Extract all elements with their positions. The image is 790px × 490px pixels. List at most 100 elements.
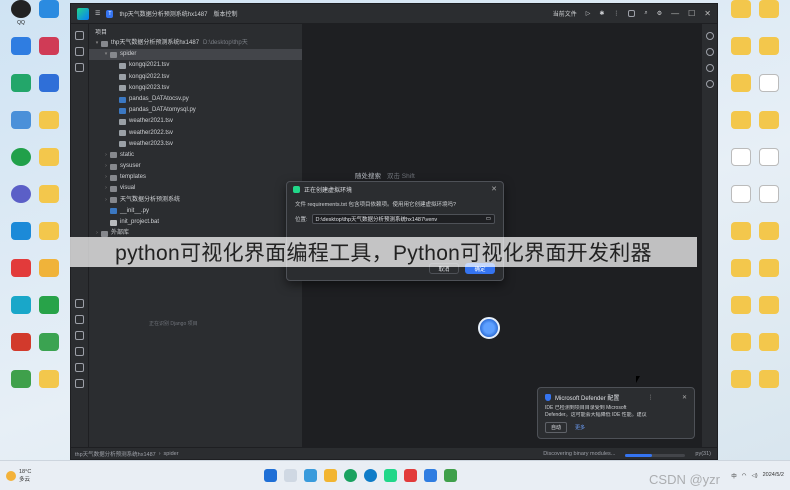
tree-item-tsv[interactable]: weather2021.tsv: [89, 116, 302, 127]
expand-arrow-icon[interactable]: ›: [102, 183, 110, 194]
app-icon[interactable]: [404, 469, 417, 482]
app-icon[interactable]: [444, 469, 457, 482]
tree-item-folder[interactable]: ▾ spider: [89, 49, 302, 61]
notifications-icon[interactable]: [705, 32, 714, 40]
desktop-icon[interactable]: [748, 222, 790, 259]
plugins-tool-icon[interactable]: [75, 63, 84, 72]
desktop-icon[interactable]: [28, 370, 70, 407]
dialog-close-icon[interactable]: ✕: [491, 185, 497, 193]
maximize-icon[interactable]: ☐: [688, 9, 695, 18]
tree-item-folder[interactable]: › sysuser: [89, 161, 302, 172]
desktop-icon[interactable]: [28, 0, 70, 37]
breadcrumb-folder[interactable]: spider: [164, 451, 179, 457]
desktop-icon[interactable]: [28, 74, 70, 111]
auto-button[interactable]: 自动: [545, 422, 568, 433]
run-icon[interactable]: ▷: [586, 10, 591, 17]
tree-item-folder[interactable]: › templates: [89, 172, 302, 183]
run-config-selector[interactable]: 当前文件: [553, 9, 577, 18]
project-switcher[interactable]: thp天气数据分析预测系统hx1487: [119, 9, 207, 18]
expand-arrow-icon[interactable]: ›: [102, 161, 110, 172]
breadcrumb-project[interactable]: thp天气数据分析预测系统hx1487: [75, 450, 156, 458]
problems-icon[interactable]: [75, 363, 84, 372]
search-icon[interactable]: [284, 469, 297, 482]
terminal-icon[interactable]: [75, 347, 84, 356]
notification-more-icon[interactable]: ⋮: [648, 394, 654, 401]
project-tool-icon[interactable]: [75, 31, 84, 40]
desktop-icon[interactable]: [748, 370, 790, 407]
desktop-icon[interactable]: [28, 222, 70, 259]
expand-arrow-icon[interactable]: ▾: [93, 38, 101, 49]
desktop-icon[interactable]: [28, 37, 70, 74]
weather-widget[interactable]: 18°C 多云: [0, 469, 31, 483]
more-link[interactable]: 更多: [575, 424, 585, 431]
main-menu-icon[interactable]: ☰: [95, 10, 100, 17]
edge-icon[interactable]: [364, 469, 377, 482]
python-packages-icon[interactable]: [75, 299, 84, 308]
expand-arrow-icon[interactable]: ›: [102, 150, 110, 161]
minimize-icon[interactable]: —: [671, 9, 679, 18]
file-explorer-icon[interactable]: [324, 469, 337, 482]
assistant-icon[interactable]: [705, 80, 714, 88]
tree-item-folder[interactable]: › 天气数据分析预测系统: [89, 195, 302, 206]
layers-icon[interactable]: [75, 315, 84, 324]
browse-folder-icon[interactable]: ▭: [486, 216, 491, 222]
tree-item-txt[interactable]: init_project.bat: [89, 217, 302, 228]
desktop-icon[interactable]: [748, 0, 790, 37]
run-tool-icon[interactable]: [75, 331, 84, 340]
clock[interactable]: 2024/5/2: [763, 472, 784, 479]
notification-close-icon[interactable]: ✕: [682, 394, 687, 401]
tree-item-py[interactable]: __init__.py: [89, 206, 302, 217]
desktop-icon[interactable]: [748, 148, 790, 185]
task-view-icon[interactable]: [304, 469, 317, 482]
tree-item-tsv[interactable]: kongqi2022.tsv: [89, 72, 302, 83]
volume-icon[interactable]: ◁): [752, 473, 758, 479]
desktop-icon[interactable]: [28, 259, 70, 296]
location-field[interactable]: D:\desktop\thp天气数据分析预测系统hx1487\venv ▭: [311, 214, 495, 224]
tree-item-folder[interactable]: ▾ thp天气数据分析预测系统hx1487 D:\desktop\thp天: [89, 38, 302, 49]
collab-icon[interactable]: [628, 10, 636, 17]
tree-item-tsv[interactable]: weather2022.tsv: [89, 128, 302, 139]
desktop-icon[interactable]: [28, 333, 70, 370]
chrome-icon[interactable]: [344, 469, 357, 482]
app-icon[interactable]: [424, 469, 437, 482]
tree-item-label: sysuser: [120, 163, 141, 170]
python-file-icon: [110, 208, 117, 215]
tree-item-folder[interactable]: › visual: [89, 183, 302, 194]
close-icon[interactable]: ✕: [704, 9, 711, 18]
structure-tool-icon[interactable]: [75, 47, 84, 56]
sciview-icon[interactable]: [705, 64, 714, 72]
tree-item-tsv[interactable]: kongqi2023.tsv: [89, 83, 302, 94]
wifi-icon[interactable]: ◠: [742, 473, 747, 479]
desktop-icon[interactable]: [748, 296, 790, 333]
desktop-icon[interactable]: [748, 37, 790, 74]
desktop-icon[interactable]: [748, 333, 790, 370]
vcs-menu[interactable]: 版本控制: [213, 9, 237, 18]
tree-item-tsv[interactable]: kongqi2021.tsv: [89, 60, 302, 71]
tree-item-py[interactable]: pandas_DATAtocsv.py: [89, 94, 302, 105]
expand-arrow-icon[interactable]: ›: [102, 172, 110, 183]
database-icon[interactable]: [705, 48, 714, 56]
desktop-icon[interactable]: [748, 74, 790, 111]
start-windows-icon[interactable]: [264, 469, 277, 482]
desktop-icon[interactable]: [748, 111, 790, 148]
tree-item-tsv[interactable]: weather2023.tsv: [89, 139, 302, 150]
tree-item-py[interactable]: pandas_DATAtomysql.py: [89, 105, 302, 116]
desktop-icon[interactable]: [28, 185, 70, 222]
tree-item-label: __init__.py: [120, 207, 150, 214]
desktop-icon[interactable]: [748, 259, 790, 296]
desktop-icon[interactable]: [28, 111, 70, 148]
input-method-icon[interactable]: 中: [731, 472, 737, 480]
expand-arrow-icon[interactable]: ▾: [102, 49, 110, 60]
desktop-icon[interactable]: [748, 185, 790, 222]
more-icon[interactable]: ⋮: [613, 10, 619, 17]
search-icon[interactable]: ⌕: [644, 10, 647, 17]
desktop-icon[interactable]: [28, 296, 70, 333]
pycharm-taskbar-icon[interactable]: [384, 469, 397, 482]
python-interpreter[interactable]: py(31): [695, 451, 711, 457]
git-icon[interactable]: [75, 379, 84, 388]
debug-icon[interactable]: ✱: [599, 10, 604, 17]
expand-arrow-icon[interactable]: ›: [102, 195, 110, 206]
settings-gear-icon[interactable]: ⚙: [657, 10, 662, 17]
desktop-icon[interactable]: [28, 148, 70, 185]
tree-item-folder[interactable]: › static: [89, 150, 302, 161]
